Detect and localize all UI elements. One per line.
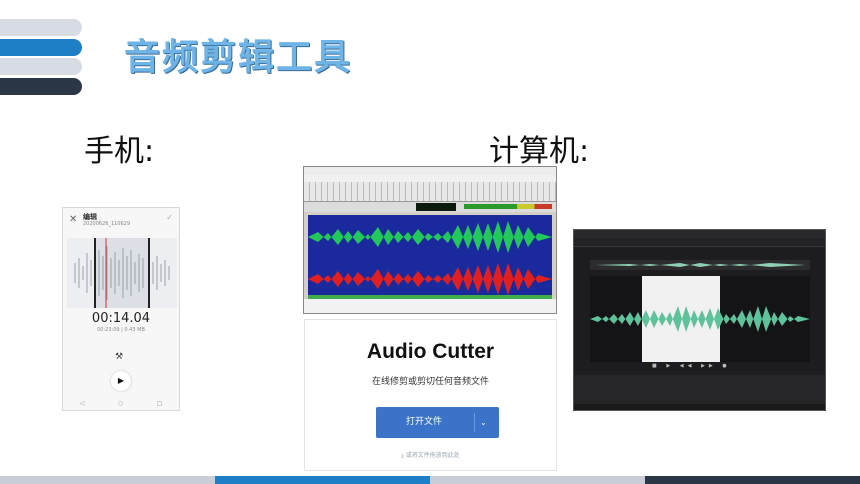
pc-audio-editor-classic — [303, 166, 557, 314]
header-bar-decoration — [0, 78, 82, 95]
header-bar-decoration — [0, 19, 82, 36]
phone-current-time: 00:14.04 — [91, 311, 151, 326]
dark-editor-transport[interactable]: ■ ▶ ◀◀ ▶▶ ● — [652, 363, 731, 369]
dark-editor-tabs[interactable] — [574, 238, 825, 247]
audio-cutter-card: Audio Cutter 在线修剪或剪切任何音频文件 打开文件 ⌄ ⤓ 或将文件… — [304, 319, 557, 471]
phone-waveform[interactable] — [67, 238, 177, 308]
drop-hint-text: 或将文件拖放到此处 — [405, 452, 460, 459]
header-bar-decoration — [0, 39, 82, 56]
computer-label: 计算机: — [489, 134, 590, 169]
chevron-down-icon[interactable]: ⌄ — [480, 407, 487, 438]
dark-editor-menubar[interactable] — [574, 230, 825, 238]
audio-cutter-title: Audio Cutter — [366, 340, 495, 363]
overview-waveform[interactable] — [590, 260, 810, 270]
phone-nav-bar: ◁ ○ □ — [63, 400, 179, 407]
footer-segment — [430, 476, 645, 484]
check-icon[interactable]: ✓ — [166, 213, 173, 222]
phone-file-info: 00:23:09 | 0.43 MB — [97, 327, 145, 333]
time-display — [416, 203, 456, 211]
open-file-button[interactable]: 打开文件 ⌄ — [376, 407, 499, 438]
footer-segment — [215, 476, 430, 484]
close-icon[interactable]: ✕ — [69, 214, 77, 225]
drop-zone-hint[interactable]: ⤓ 或将文件拖放到此处 — [305, 450, 556, 460]
main-waveform[interactable] — [590, 276, 810, 362]
audio-cutter-subtitle: 在线修剪或剪切任何音频文件 — [371, 377, 489, 387]
dark-editor-statusbar — [574, 404, 825, 410]
phone-header-subtitle: 20200626_110629 — [83, 221, 131, 227]
slide: 音频剪辑工具 手机: 计算机: ✕ 编辑 20200626_110629 ✓ 0… — [0, 0, 860, 484]
phone-label: 手机: — [84, 134, 155, 169]
header-bar-decoration — [0, 58, 82, 75]
recent-nav-icon[interactable]: □ — [157, 400, 163, 407]
editor-titlebar — [304, 167, 556, 175]
level-meter — [464, 204, 552, 209]
open-file-label: 打开文件 — [405, 417, 442, 427]
dark-editor-properties-panel — [574, 375, 825, 405]
footer-segment — [0, 476, 215, 484]
footer-segment — [645, 476, 860, 484]
stereo-waveform[interactable] — [308, 215, 552, 301]
phone-app-screenshot: ✕ 编辑 20200626_110629 ✓ 00:14.04 00:23:09… — [62, 207, 180, 411]
play-icon: ▶ — [117, 376, 125, 385]
slide-title: 音频剪辑工具 — [124, 37, 353, 78]
editor-menubar[interactable] — [304, 175, 556, 182]
tools-icon[interactable]: ⚒ — [115, 352, 123, 362]
button-divider — [474, 413, 475, 432]
home-nav-icon[interactable]: ○ — [118, 400, 123, 407]
editor-transport[interactable] — [304, 202, 556, 212]
back-nav-icon[interactable]: ◁ — [80, 400, 85, 407]
footer-strip — [0, 476, 860, 484]
editor-statusbar — [304, 299, 556, 313]
play-button[interactable]: ▶ — [111, 371, 131, 391]
editor-toolbar[interactable] — [304, 182, 556, 202]
pc-audio-editor-dark: ■ ▶ ◀◀ ▶▶ ● — [573, 229, 826, 411]
